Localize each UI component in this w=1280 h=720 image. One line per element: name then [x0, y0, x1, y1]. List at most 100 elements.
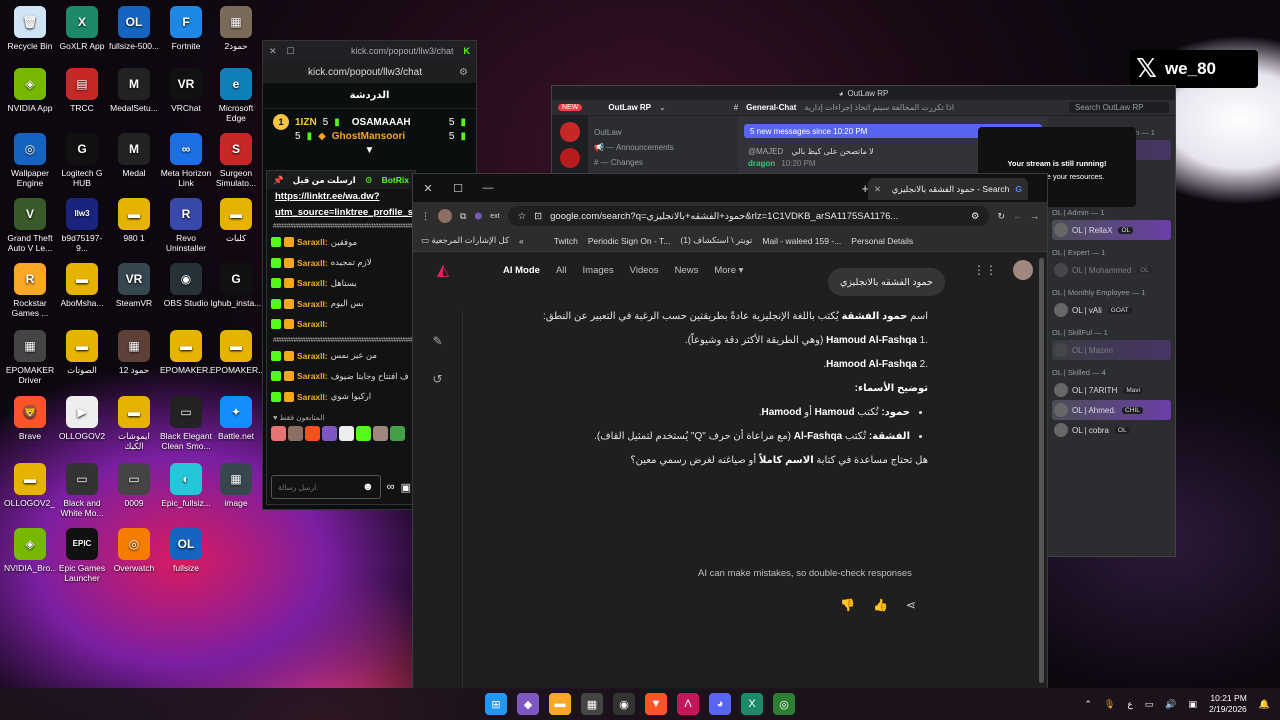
desktop-icon[interactable]: ∞ Meta Horizon Link	[160, 133, 212, 188]
message-user[interactable]: dragon	[748, 159, 775, 168]
member-item[interactable]: OL | 7ARITH Mavi	[1052, 380, 1171, 400]
windows-start-icon[interactable]: ⊞	[485, 693, 507, 715]
server-icon[interactable]	[560, 122, 580, 142]
tab-news[interactable]: News	[675, 265, 699, 276]
desktop-icon[interactable]: OL fullsize	[160, 528, 212, 573]
desktop-icon[interactable]: V Grand Theft Auto V Le...	[4, 198, 56, 253]
chat-username[interactable]: Saraxll:	[297, 258, 328, 268]
file-explorer-icon[interactable]: ▬	[549, 693, 571, 715]
avatar[interactable]	[288, 426, 303, 441]
new-chat-icon[interactable]: ✎	[431, 334, 445, 348]
desktop-icon[interactable]: ◉ OBS Studio	[160, 263, 212, 308]
minimize-icon[interactable]: —	[473, 182, 503, 194]
member-item[interactable]: OL | cobra OL	[1052, 420, 1171, 440]
channel-item[interactable]: 📢 — Announcements	[594, 143, 732, 152]
chat-username[interactable]: Saraxll:	[297, 319, 328, 329]
clock[interactable]: 10:21 PM 2/19/2026	[1209, 693, 1247, 715]
desktop-icon[interactable]: ▦ حمود2	[210, 6, 262, 51]
pinned-link[interactable]: utm_source=linktree_profile_sh	[267, 205, 415, 221]
desktop-icon[interactable]: 🦁 Brave	[4, 396, 56, 441]
desktop-icon[interactable]: ▬ الصوتات	[56, 330, 108, 375]
avatar[interactable]	[356, 426, 371, 441]
desktop-icon[interactable]: VR VRChat	[160, 68, 212, 113]
desktop-icon[interactable]: ◈ NVIDIA_Bro...	[4, 528, 56, 573]
obs-icon[interactable]: ◉	[613, 693, 635, 715]
microphone-icon[interactable]: 🎙	[1104, 699, 1115, 710]
channel-category[interactable]: OutLaw	[594, 128, 732, 137]
desktop-icon[interactable]: ▦ حمود 12	[108, 330, 160, 375]
desktop-icon[interactable]: 🗑 Recycle Bin	[4, 6, 56, 51]
avatar[interactable]	[390, 426, 405, 441]
chat-input[interactable]: ارسل رسالة... ☻	[271, 475, 381, 499]
discord-icon[interactable]: ◕	[709, 693, 731, 715]
gift-icon[interactable]: ▣	[401, 481, 411, 494]
bookmark-item[interactable]: Twitch	[554, 236, 578, 246]
goxlr-icon[interactable]: X	[741, 693, 763, 715]
server-icon[interactable]	[560, 148, 580, 168]
desktop-icon[interactable]: ▭ Black and White Mo...	[56, 463, 108, 518]
chevron-up-icon[interactable]: ⌃	[1084, 699, 1092, 710]
desktop-icon[interactable]: M Medal	[108, 133, 160, 178]
reload-icon[interactable]: ↻	[997, 211, 1005, 222]
site-info-icon[interactable]: ⊡	[534, 211, 542, 222]
tune-icon[interactable]: ⚙	[459, 67, 468, 78]
desktop-icon[interactable]: ◎ Overwatch	[108, 528, 160, 573]
chat-username[interactable]: Saraxll:	[297, 237, 328, 247]
tab-all[interactable]: All	[556, 265, 567, 276]
member-item[interactable]: OL | Mohammed OL	[1052, 260, 1171, 280]
chat-username[interactable]: Saraxll:	[297, 392, 328, 402]
server-name[interactable]: OutLaw RP	[608, 103, 651, 112]
chrome-icon[interactable]: ◎	[773, 693, 795, 715]
bookmark-item[interactable]: Periodic Sign On - T...	[588, 236, 671, 246]
avatar[interactable]	[322, 426, 337, 441]
forward-icon[interactable]: →	[1030, 211, 1039, 221]
desktop-icon[interactable]: ◐ Epic_fullsiz...	[160, 463, 212, 508]
kick-chat-panel[interactable]: 📌 ارسلت من قبل ⚙ BotRix https://linktr.e…	[266, 170, 416, 505]
notification-icon[interactable]: 🔔	[1259, 699, 1270, 710]
tab-images[interactable]: Images	[583, 265, 614, 276]
member-item[interactable]: OL | Ahmed. CHIL	[1052, 400, 1171, 420]
extensions-icon[interactable]: ⧉	[460, 211, 466, 222]
desktop-icon[interactable]: ✦ Battle.net	[210, 396, 262, 441]
desktop-icon[interactable]: e Microsoft Edge	[210, 68, 262, 123]
bookmark-item[interactable]: Personal Details	[851, 236, 913, 246]
url-text[interactable]: google.com/search?q=حمود+الفشقه+بالانجلي…	[550, 211, 898, 222]
bookmark-item[interactable]: تويتر \ استكشاف (1)	[680, 235, 752, 246]
close-icon[interactable]: ✕	[269, 46, 277, 57]
shield-icon[interactable]: ⬢	[474, 211, 482, 222]
history-icon[interactable]: ↺	[431, 372, 445, 386]
tab-more[interactable]: More ▾	[714, 265, 743, 276]
desktop-icon[interactable]: ▬ EPOMAKER...	[160, 330, 212, 375]
desktop-icon[interactable]: ▬ OLLOGOV2_1	[4, 463, 56, 508]
channel-item[interactable]: # — Changes	[594, 158, 732, 167]
desktop-icon[interactable]: ▦ EPOMAKER Driver	[4, 330, 56, 385]
desktop-icon[interactable]: OL fullsize-500...	[108, 6, 160, 51]
bookmarks-folder[interactable]: ▭ كل الإشارات المرجعية	[421, 235, 509, 246]
gifter-name[interactable]: OSAMAAAH	[352, 117, 411, 128]
desktop-icon[interactable]: VR SteamVR	[108, 263, 160, 308]
ext-icon[interactable]: ext	[490, 213, 499, 220]
chat-username[interactable]: Saraxll:	[297, 278, 328, 288]
bot-name[interactable]: BotRix	[382, 175, 409, 185]
search-input[interactable]: Search OutLaw RP	[1069, 102, 1169, 113]
chevron-down-icon[interactable]: ⌄	[659, 103, 666, 112]
chat-username[interactable]: Saraxll:	[297, 371, 328, 381]
menu-icon[interactable]: ⋮	[421, 211, 430, 222]
thumbs-up-icon[interactable]: 👍	[873, 598, 888, 612]
gifter-name[interactable]: GhostMansoori	[332, 131, 405, 142]
star-icon[interactable]: ☆	[518, 211, 527, 222]
tab-videos[interactable]: Videos	[630, 265, 659, 276]
bookmark-item[interactable]: Mail - waleed 159 -...	[762, 236, 841, 246]
apps-grid-icon[interactable]: ⋮⋮	[973, 263, 997, 277]
member-item[interactable]: OL | vAli GOAT	[1052, 300, 1171, 320]
tune-icon[interactable]: ⚙	[971, 211, 980, 222]
chat-username[interactable]: Saraxll:	[297, 299, 328, 309]
calculator-icon[interactable]: ▦	[581, 693, 603, 715]
infinity-icon[interactable]: ∞	[387, 481, 395, 493]
close-icon[interactable]: ✕	[413, 182, 443, 195]
tab-ai-mode[interactable]: AI Mode	[503, 265, 540, 276]
chevron-icon[interactable]: «	[519, 236, 524, 246]
chat-username[interactable]: Saraxll:	[297, 351, 328, 361]
share-icon[interactable]: ⋖	[906, 598, 916, 612]
desktop-icon[interactable]: ◎ Wallpaper Engine	[4, 133, 56, 188]
